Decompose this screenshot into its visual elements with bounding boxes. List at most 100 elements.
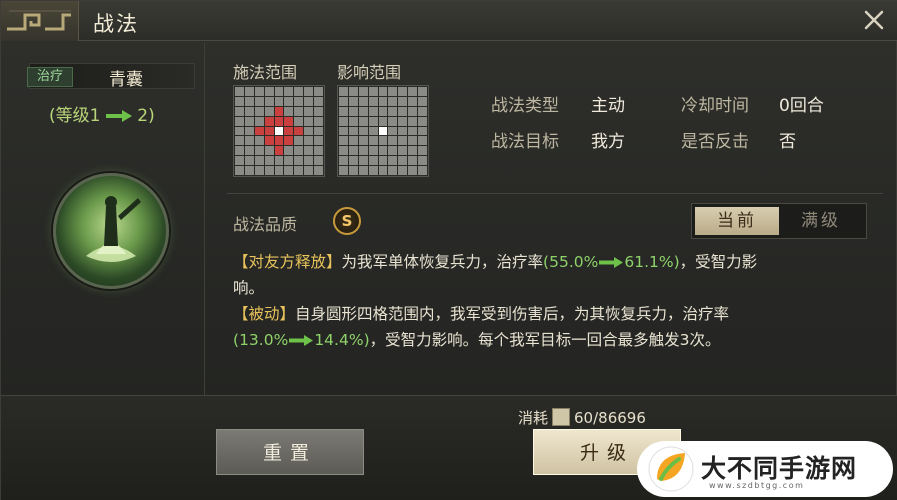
grid-cell	[304, 126, 314, 136]
grid-cell	[348, 136, 358, 146]
grid-cell	[418, 136, 427, 146]
grid-cell	[368, 87, 378, 96]
grid-cell	[254, 116, 264, 126]
grid-cell	[235, 146, 244, 156]
tab-current[interactable]: 当前	[695, 207, 779, 235]
reset-button[interactable]: 重置	[216, 429, 364, 475]
grid-cell	[378, 166, 388, 175]
grid-cell	[378, 106, 388, 116]
grid-cell	[235, 87, 244, 96]
grid-cell	[388, 156, 398, 166]
grid-cell	[244, 87, 254, 96]
effect-tail: ，受智力影响。每个我军目标一回合最多触发3次。	[369, 331, 721, 349]
description-line-3: 【被动】自身圆形四格范围内，我军受到伤害后，为其恢复兵力，治疗率	[233, 301, 729, 327]
level-to: 2)	[137, 106, 155, 126]
grid-cell	[294, 146, 304, 156]
grid-cell	[358, 96, 368, 106]
grid-range-cell	[274, 136, 284, 146]
grid-cell	[235, 106, 244, 116]
grid-cell	[408, 146, 418, 156]
grid-center-cell	[378, 126, 388, 136]
grid-cell	[304, 96, 314, 106]
grid-cell	[314, 166, 323, 175]
skill-type-value: 主动	[591, 96, 625, 116]
grid-cell	[378, 136, 388, 146]
heal-rate-to: 61.1%	[624, 253, 674, 271]
ornament-icon	[1, 1, 79, 41]
grid-cell	[294, 106, 304, 116]
grid-cell	[314, 156, 323, 166]
grid-cell	[418, 106, 427, 116]
grid-cell	[368, 126, 378, 136]
effect-text: 自身圆形四格范围内，我军受到伤害后，为其恢复兵力，治疗率	[295, 305, 730, 323]
grid-cell	[274, 156, 284, 166]
effect-range-label: 影响范围	[337, 63, 402, 82]
watermark-url: www.szdbtgg.com	[709, 481, 805, 490]
grid-cell	[339, 136, 348, 146]
arrow-right-icon	[599, 257, 624, 268]
description-line-2: 响。	[233, 279, 265, 297]
counter-value: 否	[779, 132, 796, 152]
grid-cell	[368, 166, 378, 175]
grid-cell	[304, 156, 314, 166]
grid-range-cell	[264, 136, 274, 146]
cooldown-label: 冷却时间	[681, 96, 749, 116]
grid-cell	[408, 96, 418, 106]
grid-cell	[254, 106, 264, 116]
grid-cell	[294, 156, 304, 166]
watermark-text: 大不同手游网	[701, 454, 858, 483]
grid-cell	[398, 87, 408, 96]
grid-range-cell	[274, 146, 284, 156]
grid-cell	[314, 146, 323, 156]
grid-cell	[274, 87, 284, 96]
grid-cell	[244, 106, 254, 116]
skill-target-label: 战法目标	[491, 132, 559, 152]
grid-cell	[418, 96, 427, 106]
upgrade-cost: 消耗 60/86696	[518, 407, 646, 428]
grid-cell	[264, 87, 274, 96]
grid-cell	[408, 106, 418, 116]
grid-cell	[408, 116, 418, 126]
grid-range-cell	[284, 136, 294, 146]
grid-cell	[348, 126, 358, 136]
cast-range-label: 施法范围	[233, 63, 298, 82]
grid-cell	[244, 156, 254, 166]
grid-cell	[284, 96, 294, 106]
grid-cell	[388, 146, 398, 156]
grid-cell	[264, 156, 274, 166]
grid-cell	[244, 136, 254, 146]
grid-cell	[358, 126, 368, 136]
skill-emblem-icon	[53, 173, 169, 289]
scroll-icon	[552, 407, 571, 426]
close-icon[interactable]	[859, 7, 889, 35]
grid-cell	[378, 87, 388, 96]
grid-cell	[304, 146, 314, 156]
grid-cell	[348, 166, 358, 175]
grid-cell	[244, 96, 254, 106]
grid-cell	[244, 126, 254, 136]
grid-cell	[388, 166, 398, 175]
grid-cell	[284, 166, 294, 175]
cast-range-grid	[233, 85, 325, 177]
grid-cell	[314, 87, 323, 96]
grid-cell	[378, 96, 388, 106]
grid-cell	[284, 87, 294, 96]
grid-cell	[235, 166, 244, 175]
grid-cell	[254, 146, 264, 156]
grid-cell	[418, 87, 427, 96]
grid-cell	[294, 136, 304, 146]
grid-cell	[304, 106, 314, 116]
heal-rate-from: 55.0%	[549, 253, 599, 271]
skill-type-label: 战法类型	[491, 96, 559, 116]
tab-max-level[interactable]: 满级	[779, 207, 863, 235]
grid-range-cell	[264, 126, 274, 136]
grid-cell	[284, 106, 294, 116]
grid-cell	[254, 87, 264, 96]
effect-tag-passive: 【被动】	[233, 305, 296, 323]
grid-cell	[314, 136, 323, 146]
grid-cell	[398, 136, 408, 146]
grid-cell	[398, 126, 408, 136]
grid-cell	[339, 116, 348, 126]
grid-cell	[274, 166, 284, 175]
grid-cell	[388, 116, 398, 126]
